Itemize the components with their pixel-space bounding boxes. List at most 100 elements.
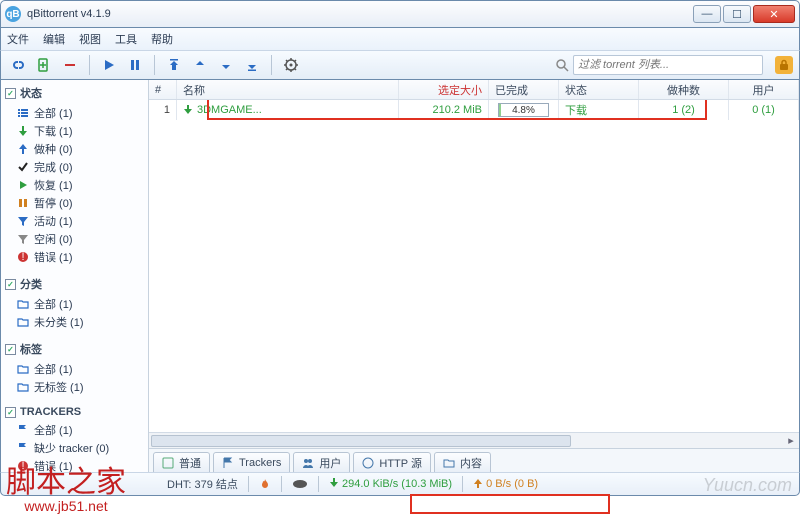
h-scrollbar[interactable]: ▸	[149, 432, 799, 448]
move-up-button[interactable]	[189, 54, 211, 76]
sidebar-item[interactable]: 活动 (1)	[5, 212, 144, 230]
flag-icon	[17, 424, 29, 436]
minimize-button[interactable]: —	[693, 5, 721, 23]
menubar: 文件 编辑 视图 工具 帮助	[0, 28, 800, 50]
sidebar-item[interactable]: !错误 (1)	[5, 248, 144, 266]
menu-tools[interactable]: 工具	[115, 31, 137, 47]
folder-icon	[17, 316, 29, 328]
sidebar-item[interactable]: 未分类 (1)	[5, 313, 144, 331]
col-seeds[interactable]: 做种数	[639, 80, 729, 99]
row-name: 3DMGAME...	[177, 100, 399, 120]
filter-icon	[17, 233, 29, 245]
sidebar-item[interactable]: 无标签 (1)	[5, 378, 144, 396]
content-pane: # 名称 选定大小 已完成 状态 做种数 用户 1 3DMGAME... 210…	[149, 80, 799, 472]
err-icon: !	[17, 251, 29, 263]
sidebar: ✓状态 全部 (1)下载 (1)做种 (0)完成 (0)恢复 (1)暂停 (0)…	[1, 80, 149, 472]
flame-icon	[259, 478, 271, 490]
lock-icon[interactable]	[775, 56, 793, 74]
titlebar: qB qBittorrent v4.1.9 — ☐ ✕	[0, 0, 800, 28]
svg-text:!: !	[21, 460, 24, 472]
users-icon	[302, 457, 314, 469]
play-icon	[17, 179, 29, 191]
sidebar-item[interactable]: 空闲 (0)	[5, 230, 144, 248]
upload-speed[interactable]: 0 B/s (0 B)	[473, 478, 538, 490]
sidebar-section-category[interactable]: ✓分类	[5, 276, 144, 292]
settings-button[interactable]	[280, 54, 302, 76]
tab-trackers[interactable]: Trackers	[213, 452, 290, 472]
sidebar-section-trackers[interactable]: ✓TRACKERS	[5, 406, 144, 418]
sidebar-item[interactable]: 做种 (0)	[5, 140, 144, 158]
tab-general[interactable]: 普通	[153, 452, 210, 472]
err-icon: !	[17, 460, 29, 472]
dht-status: DHT: 379 结点	[167, 476, 238, 492]
row-progress: 4.8%	[489, 100, 559, 120]
folder-icon	[17, 381, 29, 393]
start-button[interactable]	[98, 54, 120, 76]
flag-icon	[17, 442, 29, 454]
detail-tabs: 普通 Trackers 用户 HTTP 源 内容	[149, 448, 799, 472]
menu-file[interactable]: 文件	[7, 31, 29, 47]
app-icon: qB	[5, 6, 21, 22]
torrent-row[interactable]: 1 3DMGAME... 210.2 MiB 4.8% 下载 1 (2) 0 (…	[149, 100, 799, 120]
maximize-button[interactable]: ☐	[723, 5, 751, 23]
sidebar-item[interactable]: 恢复 (1)	[5, 176, 144, 194]
row-seeds: 1 (2)	[639, 100, 729, 120]
sidebar-item[interactable]: !错误 (1)	[5, 457, 144, 472]
col-size[interactable]: 选定大小	[399, 80, 489, 99]
menu-edit[interactable]: 编辑	[43, 31, 65, 47]
sidebar-item[interactable]: 缺少 tracker (0)	[5, 439, 144, 457]
check-icon	[17, 161, 29, 173]
highlight-box-speed	[410, 494, 610, 514]
filter-icon	[17, 215, 29, 227]
window-title: qBittorrent v4.1.9	[27, 8, 693, 20]
search-input[interactable]	[573, 55, 763, 75]
torrent-list[interactable]: 1 3DMGAME... 210.2 MiB 4.8% 下载 1 (2) 0 (…	[149, 100, 799, 432]
folder-icon	[17, 298, 29, 310]
globe-icon	[362, 457, 374, 469]
row-size: 210.2 MiB	[399, 100, 489, 120]
move-bottom-button[interactable]	[241, 54, 263, 76]
folder-icon	[17, 363, 29, 375]
tab-content[interactable]: 内容	[434, 452, 491, 472]
sidebar-section-tags[interactable]: ✓标签	[5, 341, 144, 357]
down-arrow-icon	[183, 105, 193, 115]
sidebar-item[interactable]: 全部 (1)	[5, 104, 144, 122]
sidebar-item[interactable]: 全部 (1)	[5, 360, 144, 378]
col-num[interactable]: #	[149, 80, 177, 99]
sidebar-item[interactable]: 下载 (1)	[5, 122, 144, 140]
folder-icon	[443, 457, 455, 469]
sidebar-item[interactable]: 全部 (1)	[5, 295, 144, 313]
column-headers[interactable]: # 名称 选定大小 已完成 状态 做种数 用户	[149, 80, 799, 100]
col-state[interactable]: 状态	[559, 80, 639, 99]
up-icon	[17, 143, 29, 155]
move-down-button[interactable]	[215, 54, 237, 76]
remove-button[interactable]	[59, 54, 81, 76]
up-icon	[473, 478, 483, 488]
sidebar-item[interactable]: 暂停 (0)	[5, 194, 144, 212]
col-name[interactable]: 名称	[177, 80, 399, 99]
close-button[interactable]: ✕	[753, 5, 795, 23]
row-peers: 0 (1)	[729, 100, 799, 120]
add-link-button[interactable]	[7, 54, 29, 76]
move-top-button[interactable]	[163, 54, 185, 76]
tab-http[interactable]: HTTP 源	[353, 452, 431, 472]
main-area: ✓状态 全部 (1)下载 (1)做种 (0)完成 (0)恢复 (1)暂停 (0)…	[0, 80, 800, 472]
info-icon	[162, 457, 174, 469]
download-speed[interactable]: 294.0 KiB/s (10.3 MiB)	[329, 478, 452, 490]
down-icon	[17, 125, 29, 137]
tab-peers[interactable]: 用户	[293, 452, 350, 472]
pause-button[interactable]	[124, 54, 146, 76]
sidebar-item[interactable]: 全部 (1)	[5, 421, 144, 439]
col-peers[interactable]: 用户	[729, 80, 799, 99]
add-file-button[interactable]	[33, 54, 55, 76]
sidebar-item[interactable]: 完成 (0)	[5, 158, 144, 176]
col-done[interactable]: 已完成	[489, 80, 559, 99]
menu-view[interactable]: 视图	[79, 31, 101, 47]
menu-help[interactable]: 帮助	[151, 31, 173, 47]
sidebar-section-status[interactable]: ✓状态	[5, 85, 144, 101]
pause-icon	[17, 197, 29, 209]
flag-icon	[222, 457, 234, 469]
row-state: 下载	[559, 100, 639, 120]
list-icon	[17, 107, 29, 119]
statusbar: DHT: 379 结点 294.0 KiB/s (10.3 MiB) 0 B/s…	[0, 472, 800, 496]
